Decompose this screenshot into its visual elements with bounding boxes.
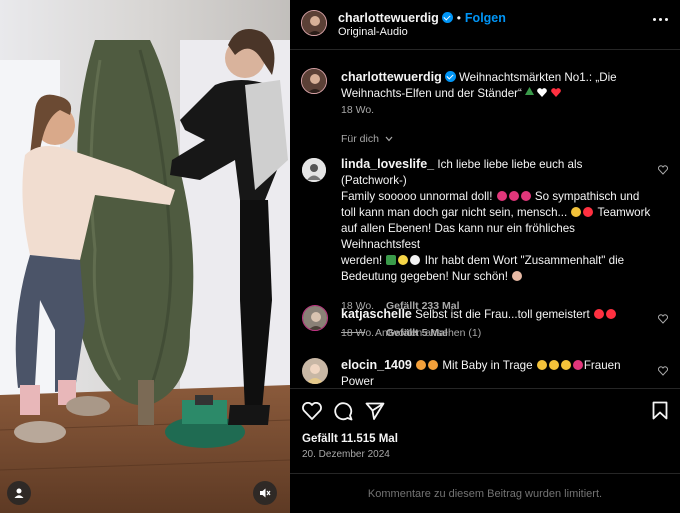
comment-text: Mit Baby in Trage [442,359,533,372]
comments-scroll[interactable]: charlottewuerdig Weihnachtsmärkten No1.:… [290,50,680,388]
comment-text-line: Teamwork [597,206,651,219]
comment-like-heart-icon[interactable] [658,314,668,324]
comment-text-line: auf allen Ebenen! Das kann nur ein fröhl… [341,222,575,251]
sort-dropdown[interactable]: Für dich [341,133,393,145]
comment-text-line: Family sooooo unnormal doll! [341,190,493,203]
comment-like-heart-icon[interactable] [658,366,668,376]
caption: charlottewuerdig Weihnachtsmärkten No1.:… [341,69,666,102]
smiling-devil-emoji-icon [496,191,507,201]
comment-text: Selbst ist die Frau...toll gemeistert [415,308,590,321]
likes-count[interactable]: Gefällt 11.515 Mal [302,433,398,445]
smiling-devil-emoji-icon [572,360,583,370]
comment-username[interactable]: linda_loveslife_ [341,157,434,171]
comment-meta: 18 Wo. Gefällt 5 Mal [341,327,448,339]
mute-button[interactable] [253,481,277,505]
share-icon[interactable] [365,402,385,420]
user-tag-button[interactable] [7,481,31,505]
comment-age: 18 Wo. [341,327,375,339]
heart-eyes-emoji-icon [428,360,439,370]
caption-age: 18 Wo. [341,104,375,116]
audio-label[interactable]: Original-Audio [338,26,408,38]
rofl-emoji-icon [536,360,547,370]
heart-eyes-emoji-icon [416,360,427,370]
rofl-emoji-icon [560,360,571,370]
comment-avatar[interactable] [302,358,328,384]
video-frame [0,0,290,513]
comment-avatar-image [302,158,326,182]
rofl-emoji-icon [548,360,559,370]
tree-emoji-icon [386,255,397,265]
sparkles-emoji-icon [398,255,409,265]
praying-hands-emoji-icon [512,271,523,281]
comment-avatar-image [303,306,327,330]
comments-limited-notice: Kommentare zu diesem Beitrag wurden limi… [290,473,680,513]
comment-avatar-image [302,358,328,384]
heart-icon[interactable] [302,402,322,420]
follow-button[interactable]: Folgen [465,11,506,25]
smiling-devil-emoji-icon [520,191,531,201]
tree-emoji-icon [525,87,535,95]
bookmark-icon[interactable] [652,401,668,420]
comment-icon[interactable] [333,401,353,421]
comment-text-line: So sympathisch und [534,190,640,203]
mute-icon [260,488,271,498]
comment-like-heart-icon[interactable] [658,165,668,175]
comment-text-line: Ihr habt dem Wort "Zusammenhalt" die [424,254,625,267]
comment-body: katjaschelle Selbst ist die Frau...toll … [341,306,651,323]
face-emoji-icon [571,207,582,217]
red-heart-emoji-icon [605,309,616,319]
comment-username[interactable]: katjaschelle [341,307,412,321]
comment-body: linda_loveslife_ Ich liebe liebe liebe e… [341,156,651,285]
caption-avatar-image [302,69,326,93]
red-heart-emoji-icon [583,207,594,217]
post-header: charlottewuerdig • Folgen Original-Audio [290,0,680,50]
sort-label: Für dich [341,133,379,145]
author-avatar[interactable] [301,10,327,36]
white-heart-emoji-icon [537,88,548,97]
comment-body: elocin_1409 Mit Baby in Trage Frauen Pow… [341,357,651,388]
post-info-panel: charlottewuerdig • Folgen Original-Audio c… [290,0,680,513]
verified-badge-icon [441,12,453,23]
post-dialog: charlottewuerdig • Folgen Original-Audio c… [0,0,680,513]
separator-dot: • [456,11,461,25]
verified-badge-icon [444,71,456,82]
author-username[interactable]: charlottewuerdig [338,11,439,25]
user-tag-icon [14,488,24,498]
post-date[interactable]: 20. Dezember 2024 [302,449,390,460]
chevron-down-icon [385,136,393,142]
comment-text-line: toll kann man doch gar nicht sein, mensc… [341,206,568,219]
caption-username[interactable]: charlottewuerdig [341,70,442,84]
comment-avatar[interactable] [302,305,328,331]
comment-username[interactable]: elocin_1409 [341,358,412,372]
red-heart-emoji-icon [593,309,604,319]
santa-emoji-icon [410,255,421,265]
caption-author-avatar[interactable] [301,68,327,94]
author-avatar-image [302,11,326,35]
comment-text-line: Bedeutung gegeben! Nur schön! [341,270,508,283]
post-video[interactable] [0,0,290,513]
smiling-devil-emoji-icon [508,191,519,201]
comment-likes[interactable]: Gefällt 5 Mal [386,327,448,339]
more-options-icon[interactable] [653,18,668,21]
comment-avatar[interactable] [302,158,326,182]
comment-text-line: werden! [341,254,383,267]
red-heart-emoji-icon [550,88,561,97]
